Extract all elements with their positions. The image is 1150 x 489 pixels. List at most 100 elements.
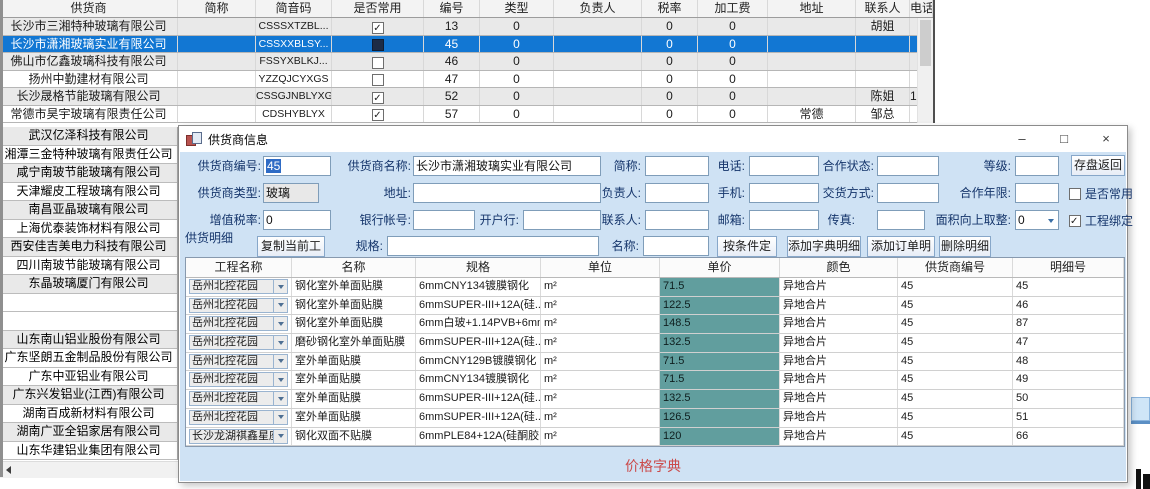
cell-common[interactable]: ✓ — [332, 18, 424, 35]
grid-cell-spec[interactable]: 6mmCNY129B镀膜钢化 — [416, 353, 541, 371]
project-combo[interactable]: 岳州北控花园 — [189, 354, 288, 369]
grid-cell-spec[interactable]: 6mmSUPER-III+12A(硅... — [416, 334, 541, 352]
cell-supplier[interactable]: 长沙晟格节能玻璃有限公司 — [0, 88, 178, 105]
grid-cell-unit[interactable]: m² — [541, 428, 660, 446]
common-use-checkbox[interactable]: ✓ — [372, 109, 384, 121]
cell-manager[interactable] — [554, 36, 642, 53]
grid-cell-color[interactable]: 异地合片 — [780, 315, 898, 333]
grid-cell-spec[interactable]: 6mmSUPER-III+12A(硅... — [416, 409, 541, 427]
spec-filter-input[interactable] — [387, 236, 599, 256]
name-filter-input[interactable] — [643, 236, 709, 256]
grid-column-header[interactable]: 工程名称 — [186, 258, 292, 277]
cell-short[interactable] — [178, 106, 256, 123]
cell-manager[interactable] — [554, 18, 642, 35]
supplier-list-item[interactable]: 湖南广亚全铝家居有限公司 — [0, 423, 177, 442]
grid-cell-color[interactable]: 异地合片 — [780, 371, 898, 389]
cell-tax[interactable]: 0 — [642, 36, 698, 53]
cell-code[interactable]: YZZQJCYXGS — [256, 71, 332, 88]
cell-contact[interactable] — [856, 36, 910, 53]
grid-cell-unit[interactable]: m² — [541, 297, 660, 315]
add-order-detail-button[interactable]: 添加订单明细 — [867, 236, 935, 257]
grid-cell-project[interactable]: 岳州北控花园 — [186, 353, 292, 371]
close-button[interactable]: × — [1085, 126, 1127, 152]
cell-supplier[interactable]: 佛山市亿鑫玻璃科技有限公司 — [0, 53, 178, 70]
address-input[interactable] — [413, 183, 601, 203]
grid-row[interactable]: 岳州北控花园室外单面贴膜6mmCNY129B镀膜钢化m²71.5异地合片4548 — [186, 353, 1124, 372]
column-header-address[interactable]: 地址 — [768, 0, 856, 17]
grid-cell-detail_no[interactable]: 87 — [1013, 315, 1124, 333]
column-header-contact[interactable]: 联系人 — [856, 0, 910, 17]
cell-short[interactable] — [178, 18, 256, 35]
cell-common[interactable] — [332, 36, 424, 53]
grid-column-header[interactable]: 单价 — [660, 258, 780, 277]
grid-cell-supplier_no[interactable]: 45 — [898, 315, 1013, 333]
delete-detail-button[interactable]: 删除明细 — [939, 236, 991, 257]
grid-cell-unit[interactable]: m² — [541, 334, 660, 352]
minimize-button[interactable]: – — [1001, 126, 1043, 152]
column-header-type[interactable]: 类型 — [480, 0, 554, 17]
cell-type[interactable]: 0 — [480, 106, 554, 123]
supplier-no-input[interactable]: 45 — [263, 156, 331, 176]
project-combo[interactable]: 岳州北控花园 — [189, 298, 288, 313]
grid-cell-supplier_no[interactable]: 45 — [898, 371, 1013, 389]
supplier-table-row[interactable]: 佛山市亿鑫玻璃科技有限公司FSSYXBLKJ...46000 — [0, 53, 933, 71]
grid-cell-unit[interactable]: m² — [541, 409, 660, 427]
cell-fee[interactable]: 0 — [698, 88, 768, 105]
cell-supplier[interactable]: 长沙市潇湘玻璃实业有限公司 — [0, 36, 178, 53]
supplier-list-item[interactable] — [0, 294, 177, 313]
grid-cell-color[interactable]: 异地合片 — [780, 428, 898, 446]
grid-cell-detail_no[interactable]: 47 — [1013, 334, 1124, 352]
project-combo[interactable]: 长沙龙湖祺鑫星座 — [189, 429, 288, 444]
grid-cell-unit[interactable]: m² — [541, 353, 660, 371]
column-header-fee[interactable]: 加工费 — [698, 0, 768, 17]
cell-common[interactable] — [332, 71, 424, 88]
grid-cell-name[interactable]: 室外单面贴膜 — [292, 353, 416, 371]
cell-manager[interactable] — [554, 71, 642, 88]
copy-current-project-button[interactable]: 复制当前工程 — [257, 236, 325, 257]
grid-cell-project[interactable]: 长沙龙湖祺鑫星座 — [186, 428, 292, 446]
grid-cell-project[interactable]: 岳州北控花园 — [186, 409, 292, 427]
grid-cell-supplier_no[interactable]: 45 — [898, 334, 1013, 352]
grid-cell-supplier_no[interactable]: 45 — [898, 390, 1013, 408]
grid-cell-price[interactable]: 71.5 — [660, 278, 780, 296]
grid-cell-project[interactable]: 岳州北控花园 — [186, 315, 292, 333]
column-header-code[interactable]: 简音码 — [256, 0, 332, 17]
cell-address[interactable] — [768, 36, 856, 53]
grid-row[interactable]: 岳州北控花园钢化室外单面贴膜6mm白玻+1.14PVB+6mm...m²148.… — [186, 315, 1124, 334]
grid-cell-project[interactable]: 岳州北控花园 — [186, 297, 292, 315]
project-combo[interactable]: 岳州北控花园 — [189, 372, 288, 387]
supplier-list-item[interactable]: 广东兴发铝业(江西)有限公司 — [0, 386, 177, 405]
phone-input[interactable] — [749, 156, 819, 176]
cell-manager[interactable] — [554, 88, 642, 105]
column-header-common[interactable]: 是否常用 — [332, 0, 424, 17]
grid-cell-unit[interactable]: m² — [541, 278, 660, 296]
cell-id[interactable]: 45 — [424, 36, 480, 53]
grid-cell-color[interactable]: 异地合片 — [780, 278, 898, 296]
supplier-table-row[interactable]: 常德市昊宇玻璃有限责任公司CDSHYBLYX✓57000常德邹总 — [0, 106, 933, 124]
cell-id[interactable]: 57 — [424, 106, 480, 123]
column-header-supplier[interactable]: 供货商 — [0, 0, 178, 17]
project-combo[interactable]: 岳州北控花园 — [189, 335, 288, 350]
column-header-manager[interactable]: 负责人 — [554, 0, 642, 17]
cell-tax[interactable]: 0 — [642, 18, 698, 35]
supplier-table-row[interactable]: 扬州中勤建材有限公司YZZQJCYXGS47000 — [0, 71, 933, 89]
column-header-tax[interactable]: 税率 — [642, 0, 698, 17]
grid-cell-spec[interactable]: 6mmCNY134镀膜钢化 — [416, 371, 541, 389]
contact-input[interactable] — [645, 210, 709, 230]
grid-cell-supplier_no[interactable]: 45 — [898, 297, 1013, 315]
grid-row[interactable]: 岳州北控花园室外单面贴膜6mmSUPER-III+12A(硅...m²126.5… — [186, 409, 1124, 428]
supplier-list-item[interactable]: 东晶玻璃厦门有限公司 — [0, 275, 177, 294]
supplier-list-item[interactable]: 山东南山铝业股份有限公司 — [0, 331, 177, 350]
cell-short[interactable] — [178, 88, 256, 105]
grid-cell-detail_no[interactable]: 46 — [1013, 297, 1124, 315]
column-header-id[interactable]: 编号 — [424, 0, 480, 17]
cell-code[interactable]: CSSSXTZBL... — [256, 18, 332, 35]
cell-id[interactable]: 52 — [424, 88, 480, 105]
grid-cell-price[interactable]: 148.5 — [660, 315, 780, 333]
cell-id[interactable]: 46 — [424, 53, 480, 70]
grid-cell-spec[interactable]: 6mm白玻+1.14PVB+6mm... — [416, 315, 541, 333]
project-combo[interactable]: 岳州北控花园 — [189, 316, 288, 331]
cell-code[interactable]: CSSXXBLSY... — [256, 36, 332, 53]
common-use-checkbox[interactable] — [372, 39, 384, 51]
cell-tax[interactable]: 0 — [642, 53, 698, 70]
